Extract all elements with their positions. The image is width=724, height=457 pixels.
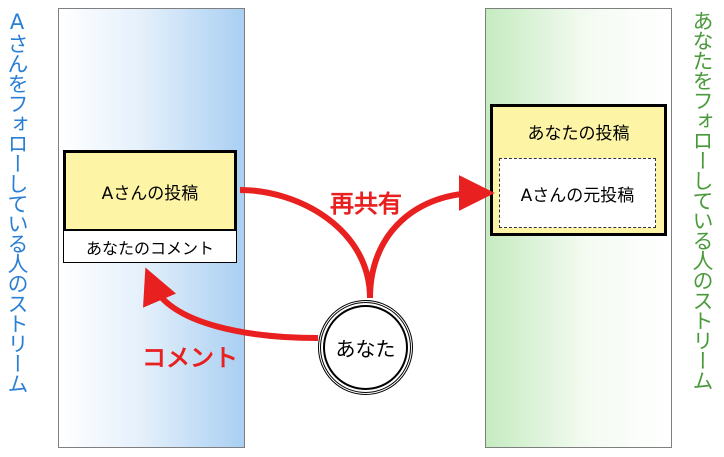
- you-label: あなた: [335, 337, 396, 361]
- comment-arrow: [143, 267, 319, 341]
- you-node: あなた: [318, 300, 413, 395]
- comment-label: コメント: [142, 344, 238, 372]
- reshare-label: 再共有: [330, 190, 402, 218]
